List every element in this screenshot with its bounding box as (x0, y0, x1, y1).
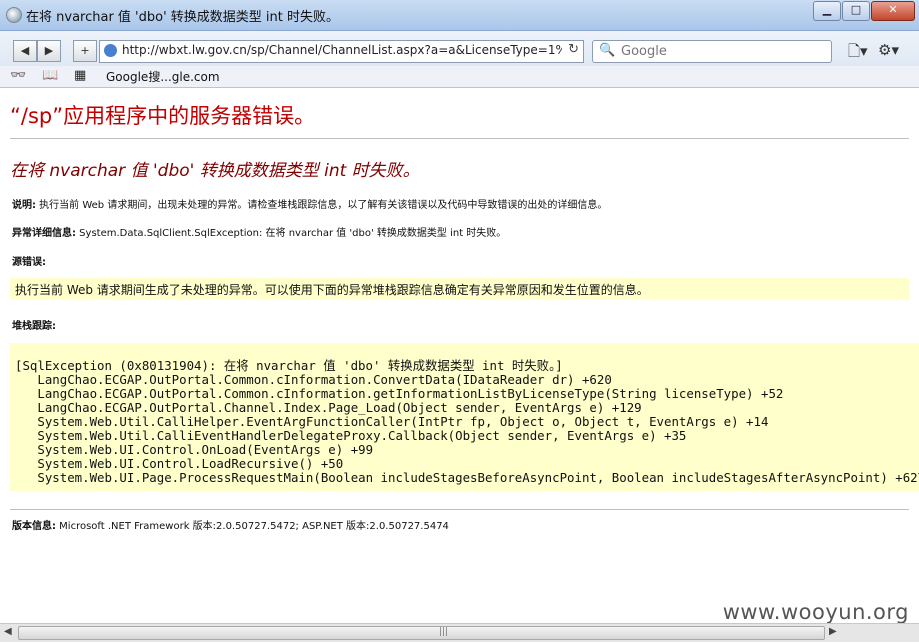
title-bar: 在将 nvarchar 值 'dbo' 转换成数据类型 int 时失败。 ▁ □… (0, 0, 919, 31)
window-title: 在将 nvarchar 值 'dbo' 转换成数据类型 int 时失败。 (26, 10, 340, 25)
back-button[interactable]: ◀ (13, 40, 37, 62)
window-controls: ▁ □ ✕ (812, 1, 915, 21)
search-icon[interactable]: 🔍 (599, 43, 615, 58)
exception-details: 异常详细信息: System.Data.SqlClient.SqlExcepti… (12, 224, 506, 239)
maximize-button[interactable]: □ (842, 1, 870, 21)
minimize-button[interactable]: ▁ (813, 1, 841, 21)
stack-trace: [SqlException (0x80131904): 在将 nvarchar … (15, 358, 919, 485)
stack-trace-box: [SqlException (0x80131904): 在将 nvarchar … (10, 343, 919, 491)
error-title: 在将 nvarchar 值 'dbo' 转换成数据类型 int 时失败。 (10, 161, 420, 181)
url-text[interactable]: http://wbxt.lw.gov.cn/sp/Channel/Channel… (122, 43, 562, 57)
divider (10, 138, 909, 139)
bookmark-google[interactable]: Google搜...gle.com (106, 68, 220, 85)
scroll-left-icon[interactable]: ◀ (4, 626, 12, 637)
address-bar[interactable]: http://wbxt.lw.gov.cn/sp/Channel/Channel… (99, 40, 584, 63)
exception-label: 异常详细信息: (12, 228, 76, 239)
stack-trace-label: 堆栈跟踪: (12, 321, 56, 332)
watermark: www.wooyun.org (722, 600, 909, 624)
exception-text: System.Data.SqlClient.SqlException: 在将 n… (76, 228, 507, 239)
grid-icon[interactable]: ▦ (74, 68, 86, 83)
globe-icon (104, 44, 117, 57)
version-text: Microsoft .NET Framework 版本:2.0.50727.54… (56, 521, 449, 532)
horizontal-scrollbar[interactable]: ◀ ||| ▶ (0, 623, 919, 642)
bookmarks-bar: 👓 📖 ▦ Google搜...gle.com (0, 66, 919, 88)
search-box[interactable]: 🔍 (592, 40, 832, 63)
scroll-right-icon[interactable]: ▶ (829, 626, 837, 637)
grip-icon: ||| (439, 627, 449, 637)
browser-logo-icon (6, 7, 22, 23)
description: 说明: 执行当前 Web 请求期间，出现未处理的异常。请检查堆栈跟踪信息，以了解… (12, 196, 607, 211)
description-text: 执行当前 Web 请求期间，出现未处理的异常。请检查堆栈跟踪信息，以了解有关该错… (36, 200, 608, 211)
source-error-heading: 源错误: (12, 253, 46, 268)
navigation-bar: ◀ ▶ + http://wbxt.lw.gov.cn/sp/Channel/C… (0, 31, 919, 66)
new-tab-button[interactable]: + (73, 40, 97, 62)
tools-menu-icon[interactable]: ⚙▾ (878, 41, 899, 59)
glasses-icon[interactable]: 👓 (10, 68, 26, 83)
version-label: 版本信息: (12, 521, 56, 532)
page-content: “/sp”应用程序中的服务器错误。 在将 nvarchar 值 'dbo' 转换… (0, 88, 919, 623)
source-error-box: 执行当前 Web 请求期间生成了未处理的异常。可以使用下面的异常堆栈跟踪信息确定… (10, 278, 909, 300)
book-icon[interactable]: 📖 (42, 68, 58, 83)
search-input[interactable] (619, 43, 823, 60)
app-error-title: “/sp”应用程序中的服务器错误。 (10, 104, 316, 128)
page-menu-icon[interactable]: 🗋▾ (848, 41, 868, 66)
source-error-message: 执行当前 Web 请求期间生成了未处理的异常。可以使用下面的异常堆栈跟踪信息确定… (15, 283, 649, 297)
description-label: 说明: (12, 200, 36, 211)
forward-button[interactable]: ▶ (37, 40, 61, 62)
close-button[interactable]: ✕ (871, 1, 915, 21)
stack-trace-heading: 堆栈跟踪: (12, 317, 56, 332)
divider (10, 509, 909, 510)
source-error-label: 源错误: (12, 257, 46, 268)
scroll-thumb[interactable]: ||| (18, 626, 825, 640)
reload-icon[interactable]: ↻ (568, 42, 579, 57)
version-info: 版本信息: Microsoft .NET Framework 版本:2.0.50… (12, 517, 449, 532)
